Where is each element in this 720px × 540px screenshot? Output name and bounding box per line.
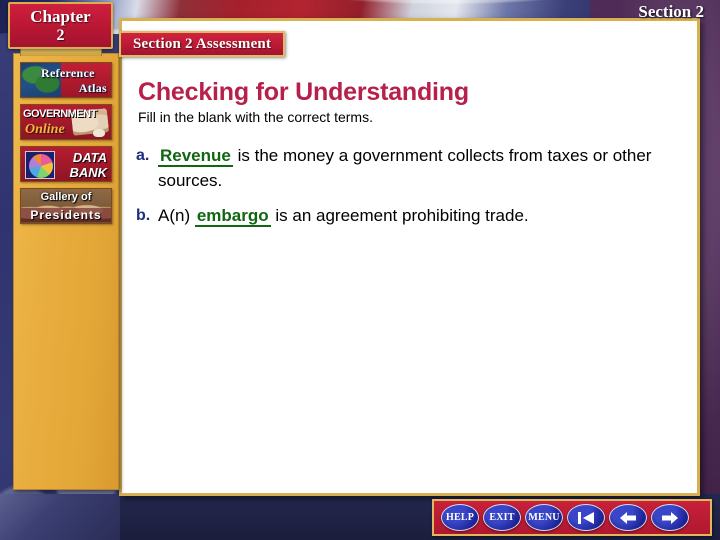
first-slide-arrow-icon: [576, 510, 596, 526]
reference-atlas-line1: Reference: [41, 66, 95, 80]
sidebar-item-data-bank[interactable]: DATA BANK: [20, 146, 112, 182]
gallery-presidents-line1: Gallery of: [40, 191, 92, 203]
question-text: A(n) embargo is an agreement prohibiting…: [158, 203, 529, 228]
sidebar-item-government-online[interactable]: GOVERNMENT Online: [20, 104, 112, 140]
chapter-plaque[interactable]: Chapter 2: [8, 2, 113, 49]
government-online-line1: GOVERNMENT: [23, 108, 97, 120]
menu-button[interactable]: MENU: [525, 504, 563, 531]
government-online-line2: Online: [25, 122, 65, 137]
help-button-label: HELP: [445, 512, 475, 523]
computer-mouse-icon: [93, 129, 105, 137]
content-panel: Checking for Understanding Fill in the b…: [119, 18, 700, 496]
chapter-word: Chapter: [30, 6, 91, 26]
chapter-number: 2: [56, 26, 65, 44]
pie-chart-icon: [25, 151, 55, 179]
exit-button-label: EXIT: [489, 512, 515, 523]
question-text-before: A(n): [158, 206, 195, 225]
assessment-banner: Section 2 Assessment: [119, 31, 286, 57]
reference-atlas-line2: Atlas: [78, 81, 107, 95]
list-item: a. Revenue is the money a government col…: [128, 143, 683, 193]
next-slide-arrow-icon: [660, 510, 680, 526]
question-text: Revenue is the money a government collec…: [158, 143, 683, 193]
question-list: a. Revenue is the money a government col…: [128, 143, 683, 238]
data-bank-line1: DATA: [72, 150, 107, 165]
help-button[interactable]: HELP: [441, 504, 479, 531]
bottom-left-photo: [0, 494, 120, 540]
question-marker: a.: [136, 147, 150, 164]
question-marker: b.: [136, 207, 151, 224]
resource-sidebar: Reference Atlas GOVERNMENT Online DATA B…: [13, 53, 119, 490]
menu-button-label: MENU: [528, 512, 560, 523]
answer-blank: Revenue: [158, 146, 233, 167]
data-bank-line2: BANK: [69, 165, 107, 180]
previous-slide-button[interactable]: [609, 504, 647, 531]
question-text-after: is an agreement prohibiting trade.: [270, 206, 529, 225]
page-instructions: Fill in the blank with the correct terms…: [138, 109, 373, 125]
pie-chart-glyph: [29, 154, 53, 178]
question-text-after: is the money a government collects from …: [158, 146, 652, 190]
navigation-bar: HELP EXIT MENU: [432, 499, 712, 536]
list-item: b. A(n) embargo is an agreement prohibit…: [128, 203, 683, 228]
answer-blank: embargo: [194, 206, 271, 227]
sidebar-item-reference-atlas[interactable]: Reference Atlas: [20, 62, 112, 98]
gallery-presidents-line2: Presidents: [21, 208, 111, 222]
assessment-banner-label: Section 2 Assessment: [133, 35, 272, 52]
page-title: Checking for Understanding: [138, 78, 469, 106]
previous-slide-arrow-icon: [618, 510, 638, 526]
section-title: Section 2: [638, 2, 704, 21]
next-slide-button[interactable]: [651, 504, 689, 531]
first-slide-button[interactable]: [567, 504, 605, 531]
exit-button[interactable]: EXIT: [483, 504, 521, 531]
sidebar-item-gallery-of-presidents[interactable]: Gallery of Presidents: [20, 188, 112, 224]
